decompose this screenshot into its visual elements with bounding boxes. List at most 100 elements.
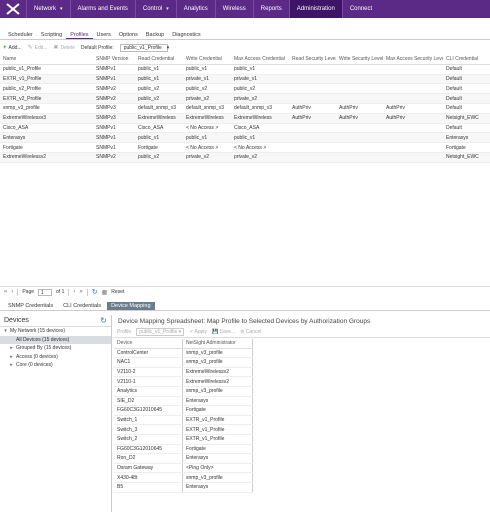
table-cell: AuthPriv: [339, 105, 358, 112]
tab-snmp-credentials[interactable]: SNMP Credentials: [4, 302, 57, 310]
mapping-row[interactable]: FG60C3G12010645 Fortigate: [114, 406, 253, 416]
tree-item[interactable]: ▸ Access (0 devices): [0, 353, 111, 362]
add-button[interactable]: + Add...: [3, 45, 22, 51]
profile-cell[interactable]: Enterasys: [183, 396, 253, 406]
device-column-header[interactable]: Device: [114, 339, 183, 348]
table-row[interactable]: public_v2_Profile SNMPv2 public_v2 public_v…: [0, 84, 490, 95]
tab-diagnostics[interactable]: Diagnostics: [168, 30, 204, 39]
profile-cell[interactable]: Enterasys: [183, 482, 253, 492]
profile-cell[interactable]: Enterasys: [183, 454, 253, 463]
tree-item[interactable]: ▾ My Network (15 devices): [0, 327, 111, 336]
edit-button[interactable]: ✎ Edit...: [28, 44, 48, 52]
table-row[interactable]: Cisco_ASA SNMPv1 Cisco_ASA < No Access > Cis…: [0, 124, 490, 134]
nav-item-network[interactable]: Network ▾: [26, 0, 70, 18]
nav-item-administration[interactable]: Administration: [288, 0, 342, 18]
last-page-icon[interactable]: »: [79, 289, 82, 295]
tab-backup[interactable]: Backup: [142, 30, 168, 39]
apply-button[interactable]: ✓ Apply: [189, 329, 207, 335]
table-cell: Default: [446, 124, 462, 131]
default-profile-select[interactable]: public_v1_Profile ▾: [119, 43, 169, 52]
administrator-column-header[interactable]: NetSight Administrator: [183, 339, 253, 348]
table-row[interactable]: ExtremeWirelessv3 SNMPv3 ExtremeWireless Ex…: [0, 113, 490, 124]
tree-item[interactable]: All Devices (15 devices): [0, 335, 111, 344]
prev-page-icon[interactable]: ‹: [11, 289, 13, 295]
table-row[interactable]: Fortigate SNMPv1 Fortigate < No Access > < N…: [0, 143, 490, 153]
chevron-down-icon[interactable]: ▾: [3, 328, 8, 334]
mapping-row[interactable]: ControlCenter snmp_v3_profile: [114, 348, 253, 359]
tree-item[interactable]: ▸ Grouped By (15 devices): [0, 344, 111, 353]
column-header[interactable]: Max Access Credential: [231, 56, 289, 62]
column-header[interactable]: SNMP Version: [93, 56, 135, 62]
chevron-right-icon[interactable]: ▸: [9, 354, 14, 360]
table-row[interactable]: ExtremeWirelessv2 SNMPv2 public_v2 private_…: [0, 152, 490, 163]
tree-item[interactable]: ▸ Core (0 devices): [0, 361, 111, 370]
mapping-row[interactable]: V2110-1 ExtremeWirelessv2: [114, 377, 253, 387]
profile-cell[interactable]: Fortigate: [183, 406, 253, 415]
next-page-icon[interactable]: ›: [73, 289, 75, 295]
table-row[interactable]: public_v1_Profile SNMPv1 public_v1 public_v…: [0, 65, 490, 75]
profile-cell[interactable]: Fortigate: [183, 444, 253, 454]
profile-cell[interactable]: snmp_v3_profile: [183, 348, 253, 358]
profile-cell[interactable]: ExtremeWirelessv2: [183, 367, 253, 377]
extreme-logo-icon[interactable]: [0, 0, 26, 18]
nav-item-connect[interactable]: Connect: [341, 0, 379, 18]
mapping-row[interactable]: Switch_2 EXTR_v1_Profile: [114, 434, 253, 445]
column-header[interactable]: Read Credential: [135, 56, 183, 62]
save-button[interactable]: 💾 Save...: [212, 329, 235, 335]
column-header[interactable]: CLI Credential: [443, 56, 490, 62]
delete-button[interactable]: ✖ Delete: [53, 44, 74, 52]
column-header[interactable]: Write Security Level: [336, 56, 383, 62]
page-input[interactable]: 1: [38, 288, 53, 296]
mapping-row[interactable]: Osram Gateway <Ping Only>: [114, 463, 253, 474]
profile-cell[interactable]: EXTR_v1_Profile: [183, 415, 253, 425]
cancel-button[interactable]: ⊘ Cancel: [240, 329, 261, 335]
table-row[interactable]: snmp_v3_profile SNMPv3 default_snmp_v3 defa…: [0, 104, 490, 114]
profile-select[interactable]: public_v1_Profile ▾: [136, 328, 185, 336]
profile-cell[interactable]: ExtremeWirelessv2: [183, 377, 253, 386]
nav-item-reports[interactable]: Reports: [252, 0, 289, 18]
column-header[interactable]: Name: [0, 56, 93, 62]
mapping-row[interactable]: Analytics snmp_v3_profile: [114, 386, 253, 397]
mapping-row[interactable]: V2110-2 ExtremeWirelessv2: [114, 367, 253, 378]
mapping-row[interactable]: FG60C3G12010645 Fortigate: [114, 444, 253, 455]
refresh-icon[interactable]: ↻: [92, 288, 98, 296]
table-row[interactable]: Enterasys SNMPv1 public_v1 public_v1 public_…: [0, 133, 490, 144]
mapping-row[interactable]: Switch_1 EXTR_v1_Profile: [114, 415, 253, 426]
nav-item-alarms-and-events[interactable]: Alarms and Events: [69, 0, 135, 18]
mapping-row[interactable]: NAC1 snmp_v3_profile: [114, 358, 253, 368]
tab-device-mapping[interactable]: Device Mapping: [107, 302, 155, 310]
column-header[interactable]: Read Security Level: [289, 56, 336, 62]
reset-button[interactable]: Reset: [111, 289, 124, 295]
profile-cell[interactable]: snmp_v3_profile: [183, 473, 253, 482]
tab-profiles[interactable]: Profiles: [66, 30, 93, 39]
tab-cli-credentials[interactable]: CLI Credentials: [59, 302, 105, 310]
table-row[interactable]: EXTR_v1_Profile SNMPv1 public_v1 private_v1…: [0, 74, 490, 85]
mapping-row[interactable]: Ron_D2 Enterasys: [114, 454, 253, 464]
profile-cell[interactable]: EXTR_v1_Profile: [183, 425, 253, 434]
reset-icon[interactable]: ▦: [102, 289, 108, 296]
tab-options[interactable]: Options: [115, 30, 142, 39]
profile-cell[interactable]: <Ping Only>: [183, 463, 253, 473]
table-cell: ExtremeWirelessv2: [3, 154, 47, 161]
mapping-row[interactable]: Switch_3 EXTR_v1_Profile: [114, 425, 253, 435]
table-row[interactable]: EXTR_v2_Profile SNMPv2 public_v2 private_v2…: [0, 94, 490, 104]
chevron-right-icon[interactable]: ▸: [9, 362, 14, 368]
mapping-row[interactable]: X430-48t snmp_v3_profile: [114, 473, 253, 483]
profile-cell[interactable]: EXTR_v1_Profile: [183, 434, 253, 444]
mapping-row[interactable]: SIE_D2 Enterasys: [114, 396, 253, 407]
profile-cell[interactable]: snmp_v3_profile: [183, 358, 253, 367]
mapping-row[interactable]: B5 Enterasys: [114, 482, 253, 493]
refresh-devices-icon[interactable]: ↻: [100, 316, 107, 325]
column-header[interactable]: Write Credential: [183, 56, 231, 62]
column-header[interactable]: Max Access Security Level: [383, 56, 443, 62]
tab-scheduler[interactable]: Scheduler: [4, 30, 37, 39]
profile-cell[interactable]: snmp_v3_profile: [183, 386, 253, 396]
chevron-right-icon[interactable]: ▸: [9, 345, 14, 351]
tab-users[interactable]: Users: [93, 30, 115, 39]
nav-item-analytics[interactable]: Analytics: [175, 0, 215, 18]
nav-item-control[interactable]: Control ▾: [134, 0, 176, 18]
nav-item-wireless[interactable]: Wireless: [214, 0, 253, 18]
first-page-icon[interactable]: «: [4, 289, 7, 295]
tab-scripting[interactable]: Scripting: [37, 30, 66, 39]
table-cell: Default: [446, 75, 462, 82]
